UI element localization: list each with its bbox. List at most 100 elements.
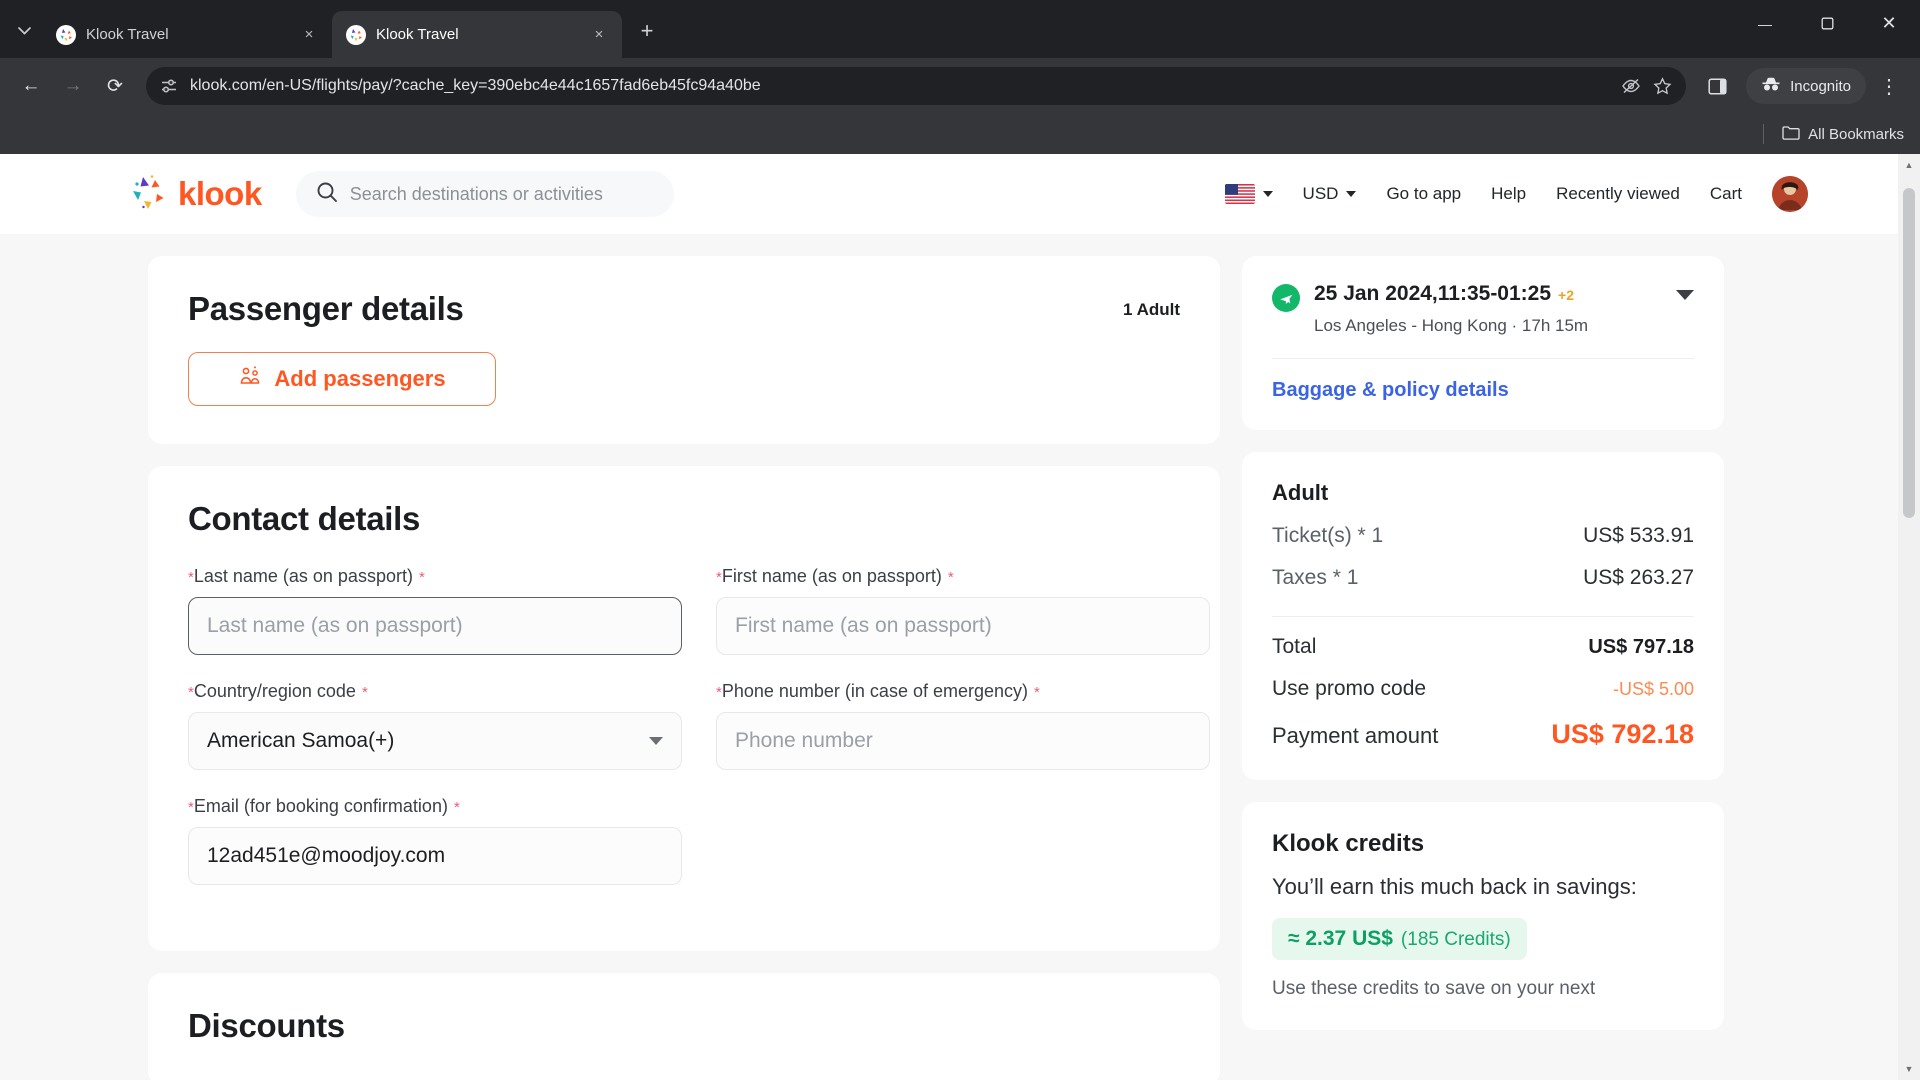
address-bar[interactable]: klook.com/en-US/flights/pay/?cache_key=3… [146, 67, 1687, 105]
bookmarks-bar: All Bookmarks [0, 114, 1920, 154]
new-tab-button[interactable]: + [630, 14, 664, 48]
price-line-taxes: Taxes * 1 US$ 263.27 [1272, 566, 1694, 590]
passenger-details-title: Passenger details [188, 290, 464, 327]
email-label: *Email (for booking confirmation) * [188, 796, 682, 817]
bookmarks-divider [1763, 124, 1765, 144]
help-link[interactable]: Help [1491, 184, 1526, 204]
site-settings-icon[interactable] [160, 77, 178, 95]
chevron-down-icon [1262, 191, 1273, 197]
all-bookmarks-button[interactable]: All Bookmarks [1782, 125, 1904, 144]
divider [1272, 358, 1694, 359]
tab-close-icon[interactable]: × [586, 22, 612, 48]
klook-credits-note: Use these credits to save on your next [1272, 978, 1596, 999]
currency-selector[interactable]: USD [1303, 184, 1357, 204]
klook-credits-card: Klook credits You’ll earn this much back… [1242, 802, 1724, 1030]
add-passengers-button[interactable]: Add passengers [188, 352, 496, 406]
payment-amount-value: US$ 792.18 [1551, 719, 1694, 749]
browser-tab-2[interactable]: Klook Travel × [332, 11, 622, 58]
browser-tab-1[interactable]: Klook Travel × [42, 11, 332, 58]
flight-route: Los Angeles - Hong Kong · 17h 15m [1314, 316, 1589, 335]
klook-credits-title: Klook credits [1272, 830, 1425, 857]
forward-button[interactable]: → [54, 67, 92, 105]
country-code-select[interactable]: American Samoa(+) [188, 712, 682, 770]
last-name-placeholder: Last name (as on passport) [207, 614, 463, 637]
payment-amount-row: Payment amount US$ 792.18 [1272, 719, 1694, 750]
first-name-field-group: *First name (as on passport) * First name… [716, 566, 1210, 655]
main-column: Passenger details 1 Adult Add passengers… [148, 256, 1220, 1080]
currency-label: USD [1302, 184, 1339, 203]
contact-form: * Last name (as on passport) * Last name (… [188, 566, 1210, 907]
chevron-down-icon [649, 737, 663, 745]
email-label-text: Email (for booking confirmation) [193, 796, 448, 816]
avatar[interactable] [1772, 176, 1808, 212]
total-row: Total US$ 797.18 [1272, 635, 1694, 659]
klook-credits-badge: ≈ 2.37 US$ (185 Credits) [1272, 918, 1527, 960]
reload-button[interactable]: ⟳ [96, 67, 134, 105]
price-line-value: US$ 533.91 [1583, 524, 1694, 547]
last-name-input[interactable]: Last name (as on passport) [188, 597, 682, 655]
window-close-button[interactable]: ✕ [1858, 0, 1920, 47]
first-name-input[interactable]: First name (as on passport) [716, 597, 1210, 655]
side-panel-icon[interactable] [1698, 67, 1736, 105]
flight-summary-row[interactable]: 25 Jan 2024,11:35-01:25 +2 Los Angeles -… [1272, 282, 1694, 336]
search-input[interactable]: Search destinations or activities [295, 171, 674, 217]
promo-label: Use promo code [1272, 677, 1427, 700]
site-header: klook Search destinations or activities [0, 154, 1898, 234]
phone-label-text: Phone number (in case of emergency) [721, 681, 1029, 701]
baggage-policy-link[interactable]: Baggage & policy details [1272, 379, 1694, 402]
country-code-label-text: Country/region code [193, 681, 356, 701]
first-name-label: *First name (as on passport) * [716, 566, 1210, 587]
tab-close-icon[interactable]: × [296, 22, 322, 48]
language-selector[interactable] [1224, 184, 1273, 204]
search-icon [316, 181, 338, 208]
phone-input[interactable]: Phone number [716, 712, 1210, 770]
country-code-label: *Country/region code * [188, 681, 682, 702]
last-name-field-group: *Last name (as on passport) * Last name (… [188, 566, 682, 655]
scroll-down-arrow[interactable]: ▼ [1898, 1058, 1920, 1080]
incognito-label: Incognito [1790, 77, 1851, 95]
page-scrollbar[interactable]: ▲ ▼ [1898, 154, 1920, 1080]
flight-datetime: 25 Jan 2024,11:35-01:25 [1314, 282, 1552, 305]
all-bookmarks-label: All Bookmarks [1808, 125, 1904, 143]
tab-title: Klook Travel [86, 26, 169, 43]
browser-menu-button[interactable]: ⋮ [1870, 67, 1908, 105]
minimize-button[interactable]: — [1734, 0, 1796, 47]
contact-details-title: Contact details [188, 500, 421, 537]
recently-viewed-link[interactable]: Recently viewed [1556, 184, 1680, 204]
flight-day-offset: +2 [1558, 287, 1574, 303]
klook-credits-amount: ≈ 2.37 US$ [1288, 927, 1393, 950]
price-line-label: Ticket(s) * 1 [1272, 524, 1384, 547]
klook-favicon-icon [346, 24, 366, 45]
passenger-count: 1 Adult [1123, 300, 1180, 319]
scroll-up-arrow[interactable]: ▲ [1898, 154, 1920, 176]
bookmark-star-icon[interactable] [1653, 76, 1672, 96]
incognito-indicator[interactable]: Incognito [1746, 68, 1866, 104]
tab-title: Klook Travel [376, 26, 459, 43]
back-button[interactable]: ← [12, 67, 50, 105]
contact-details-card: Contact details * Last name (as on passpo… [148, 466, 1220, 951]
first-name-placeholder: First name (as on passport) [735, 614, 992, 637]
promo-value: -US$ 5.00 [1612, 679, 1694, 699]
required-mark-post: * [453, 799, 460, 816]
phone-field-group: *Phone number (in case of emergency) * Ph… [716, 681, 1210, 770]
chevron-down-icon[interactable] [1676, 290, 1694, 300]
email-input[interactable]: 12ad451e@moodjoy.com [188, 827, 682, 885]
scrollbar-thumb[interactable] [1903, 188, 1915, 518]
last-name-label-text: Last name (as on passport) [193, 566, 413, 586]
folder-icon [1782, 125, 1800, 144]
klook-logo[interactable]: klook [128, 174, 262, 214]
tracking-protection-icon[interactable] [1621, 77, 1641, 95]
phone-label: *Phone number (in case of emergency) * [716, 681, 1210, 702]
promo-row[interactable]: Use promo code -US$ 5.00 [1272, 677, 1694, 701]
tab-search-button[interactable] [6, 13, 42, 49]
maximize-button[interactable] [1796, 0, 1858, 47]
side-column: 25 Jan 2024,11:35-01:25 +2 Los Angeles -… [1242, 256, 1724, 1080]
country-code-field-group: *Country/region code * American Samoa(+) [188, 681, 682, 770]
chevron-down-icon [1346, 191, 1357, 197]
required-mark-post: * [1034, 684, 1040, 701]
incognito-icon [1761, 76, 1781, 96]
price-heading: Adult [1272, 480, 1329, 505]
cart-link[interactable]: Cart [1710, 184, 1742, 204]
total-value: US$ 797.18 [1588, 636, 1694, 658]
go-to-app-link[interactable]: Go to app [1386, 184, 1461, 204]
